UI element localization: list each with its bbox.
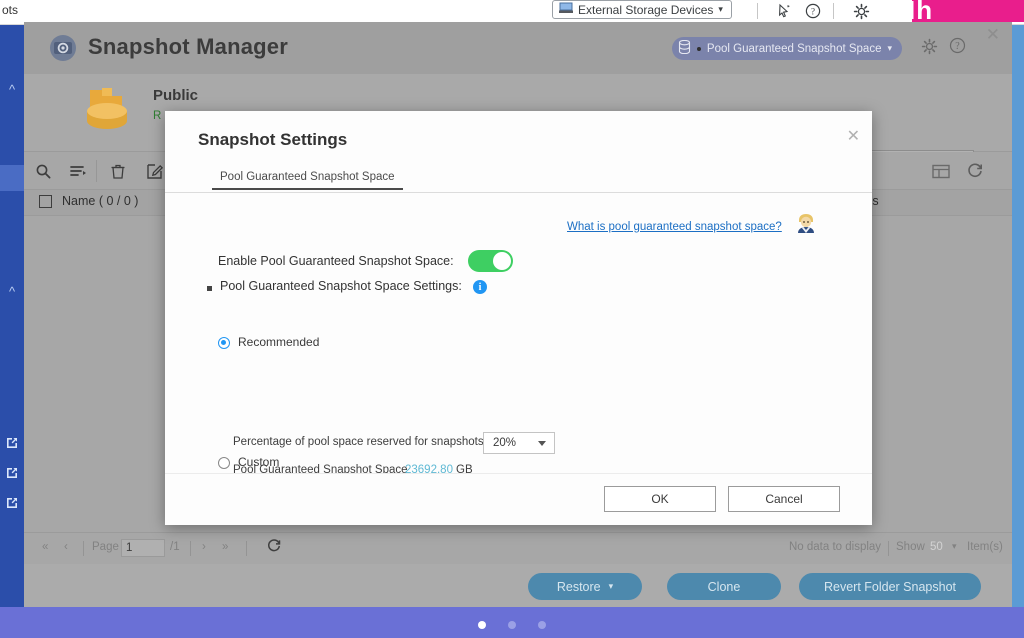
chevron-down-icon: ▾ — [718, 4, 723, 14]
svg-text:?: ? — [955, 41, 960, 52]
screen: ots External Storage Devices ▾ ? Ih ^ ^ … — [0, 0, 1024, 638]
divider — [96, 160, 97, 182]
info-icon[interactable]: i — [473, 280, 487, 294]
page-label: Page — [92, 541, 119, 553]
radio-custom[interactable] — [218, 457, 230, 469]
taskbar — [0, 607, 1024, 638]
support-person-icon — [795, 212, 817, 234]
chevron-down-icon[interactable]: ▾ — [952, 541, 957, 552]
snapshot-manager-titlebar: Snapshot Manager Pool Guaranteed Snapsho… — [24, 22, 1012, 74]
enable-pool-space-label: Enable Pool Guaranteed Snapshot Space: — [218, 254, 454, 268]
dot-3[interactable] — [538, 621, 546, 629]
radio-recommended-label: Recommended — [238, 335, 320, 349]
dialog-tabs: Pool Guaranteed Snapshot Space — [165, 169, 872, 193]
database-icon — [678, 39, 691, 57]
chevron-down-icon: ▾ — [608, 581, 614, 591]
cursor-sparkle-icon[interactable] — [774, 1, 794, 21]
snapshot-settings-dialog: Snapshot Settings ✕ Pool Guaranteed Snap… — [165, 111, 872, 525]
list-filter-icon[interactable] — [67, 160, 89, 182]
dot-2[interactable] — [508, 621, 516, 629]
snapshot-manager-logo — [48, 33, 78, 63]
pagination-refresh-icon[interactable] — [266, 538, 282, 557]
pool-space-settings-label: Pool Guaranteed Snapshot Space Settings: — [220, 279, 462, 293]
edit-icon[interactable] — [143, 160, 165, 182]
ok-button[interactable]: OK — [604, 486, 716, 512]
chevron-up-icon-top[interactable]: ^ — [0, 83, 24, 96]
percentage-select[interactable]: 20% — [483, 432, 555, 454]
chevron-down-icon — [538, 441, 546, 446]
gear-icon[interactable] — [851, 1, 871, 21]
window-layout-icon[interactable] — [930, 160, 952, 182]
divider — [757, 3, 758, 19]
external-storage-devices-dropdown[interactable]: External Storage Devices ▾ — [552, 0, 732, 19]
tab-pool-guaranteed-snapshot-space[interactable]: Pool Guaranteed Snapshot Space — [212, 169, 403, 190]
radio-recommended[interactable] — [218, 337, 230, 349]
external-link-icon-3[interactable] — [4, 495, 20, 511]
refresh-icon[interactable] — [964, 160, 986, 182]
show-count-value[interactable]: 50 — [930, 541, 943, 553]
browser-tab-label: ots — [2, 3, 19, 17]
items-label: Item(s) — [967, 541, 1003, 553]
app-settings-gear-icon[interactable] — [921, 38, 938, 60]
chevron-up-icon-mid[interactable]: ^ — [0, 285, 24, 298]
folder-icon — [80, 86, 136, 138]
bullet-icon — [207, 286, 212, 291]
rail-active-highlight — [0, 165, 24, 191]
prev-page-button[interactable]: ‹ — [64, 541, 68, 553]
page-number-input[interactable]: 1 — [121, 539, 165, 557]
page-indicator-dots — [0, 621, 1024, 629]
left-rail: ^ ^ — [0, 25, 24, 607]
pool-pill-label: Pool Guaranteed Snapshot Space — [706, 42, 882, 55]
dialog-title: Snapshot Settings — [198, 130, 348, 149]
restore-button[interactable]: Restore ▾ — [528, 573, 642, 600]
restore-label: Restore — [556, 579, 601, 594]
page-total: /1 — [170, 541, 180, 553]
show-label: Show — [896, 541, 925, 553]
what-is-pool-guaranteed-snapshot-space-link[interactable]: What is pool guaranteed snapshot space? — [567, 221, 782, 233]
external-link-icon-2[interactable] — [4, 465, 20, 481]
external-storage-label: External Storage Devices — [578, 2, 714, 17]
chevron-down-icon: ▾ — [887, 43, 892, 53]
enable-pool-space-toggle[interactable] — [468, 250, 513, 272]
search-icon[interactable] — [32, 160, 54, 182]
clone-button[interactable]: Clone — [667, 573, 781, 600]
app-help-icon[interactable]: ? — [949, 37, 966, 59]
status-dot — [696, 46, 701, 51]
pagination-bar: « ‹ Page 1 /1 › » No data to display Sho… — [24, 532, 1012, 564]
column-header-name: Name ( 0 / 0 ) — [62, 194, 139, 208]
external-link-icon-1[interactable] — [4, 435, 20, 451]
dot-1[interactable] — [478, 621, 486, 629]
help-icon[interactable]: ? — [803, 1, 823, 21]
delete-icon[interactable] — [107, 160, 129, 182]
percentage-label: Percentage of pool space reserved for sn… — [233, 436, 484, 448]
close-icon[interactable]: ✕ — [986, 25, 1000, 45]
dialog-footer: OK Cancel — [165, 473, 872, 525]
revert-folder-snapshot-button[interactable]: Revert Folder Snapshot — [799, 573, 981, 600]
toggle-knob — [493, 252, 511, 270]
dialog-body: What is pool guaranteed snapshot space? … — [165, 194, 872, 504]
first-page-button[interactable]: « — [42, 541, 48, 553]
percentage-value: 20% — [493, 437, 517, 449]
cancel-button[interactable]: Cancel — [728, 486, 840, 512]
next-page-button[interactable]: › — [202, 541, 206, 553]
storage-device-icon — [559, 2, 573, 17]
pool-space-selector[interactable]: Pool Guaranteed Snapshot Space ▾ — [671, 37, 902, 60]
divider — [833, 3, 834, 19]
radio-custom-label: Custom — [238, 455, 280, 469]
share-subtitle: R — [153, 110, 162, 122]
last-page-button[interactable]: » — [222, 541, 228, 553]
app-title: Snapshot Manager — [88, 34, 289, 59]
svg-text:?: ? — [811, 7, 815, 17]
brand-logo: Ih — [900, 0, 1024, 22]
no-data-text: No data to display — [789, 541, 882, 553]
select-all-checkbox[interactable] — [39, 195, 52, 208]
share-name: Public — [153, 87, 199, 104]
action-bar: Restore ▾ Clone Revert Folder Snapshot — [24, 564, 1012, 613]
close-icon[interactable]: ✕ — [847, 126, 860, 146]
dialog-header: Snapshot Settings ✕ Pool Guaranteed Snap… — [165, 111, 872, 193]
